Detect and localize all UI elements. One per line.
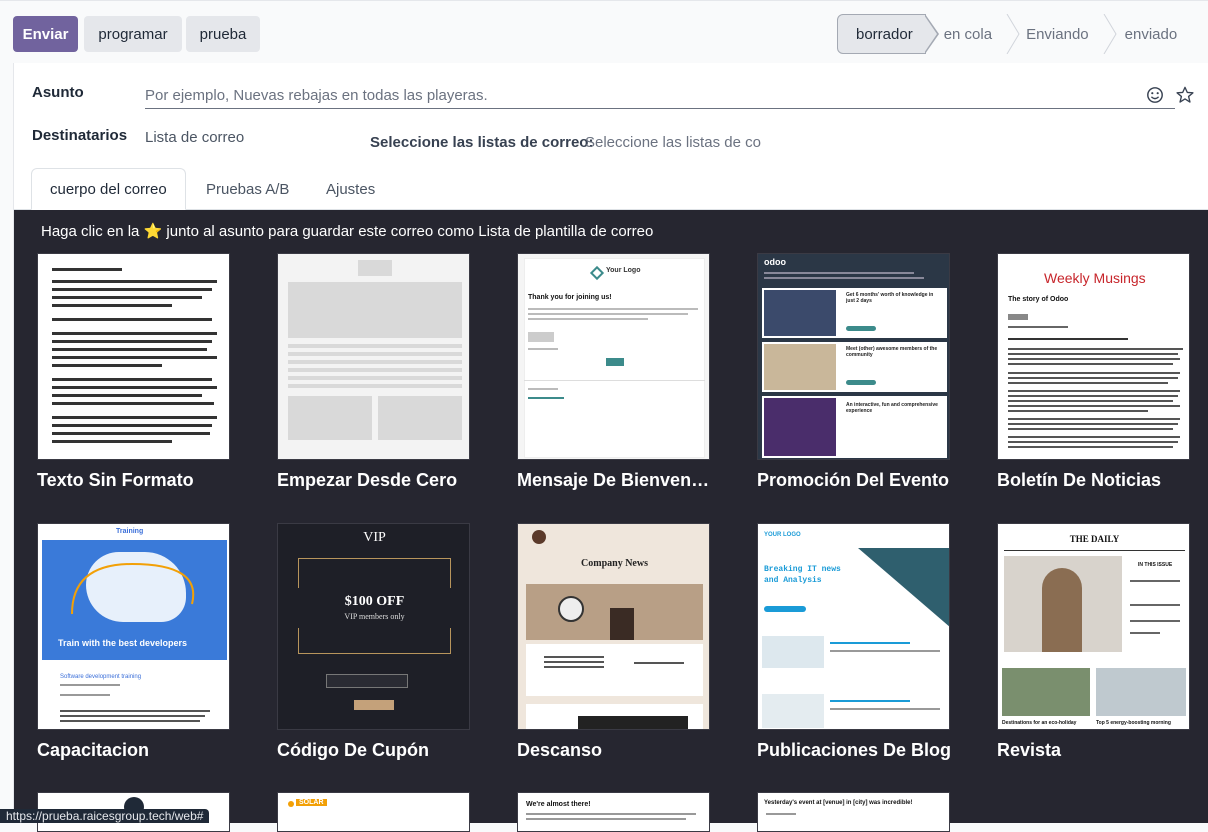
tab-settings[interactable]: Ajustes xyxy=(308,168,393,210)
template-thumbnail: odoo Get 6 months' worth of knowledge in… xyxy=(757,253,950,460)
template-card-partial[interactable]: We're almost there! xyxy=(517,792,710,832)
template-card-coupon-code[interactable]: VIP $100 OFF VIP members only Código De … xyxy=(277,523,470,760)
template-name: Descanso xyxy=(517,740,603,760)
template-card-break[interactable]: Company News Descanso xyxy=(517,523,710,760)
template-card-event-promo[interactable]: odoo Get 6 months' worth of knowledge in… xyxy=(757,253,950,490)
template-name: Publicaciones De Blog xyxy=(757,740,952,760)
star-icon[interactable] xyxy=(1176,86,1194,104)
mailing-lists-label: Seleccione las listas de correo: xyxy=(370,134,594,151)
subject-underline xyxy=(145,108,1175,109)
template-card-partial[interactable]: Yesterday's event at [venue] in [city] w… xyxy=(757,792,950,832)
template-thumbnail: THE DAILY IN THIS ISSUE Destinations for… xyxy=(997,523,1190,730)
mailing-lists-input[interactable]: Seleccione las listas de co xyxy=(585,134,761,151)
template-name: Capacitacion xyxy=(37,740,150,760)
control-panel: Enviar programar prueba borrador en cola… xyxy=(0,0,1208,63)
template-thumbnail: VIP $100 OFF VIP members only xyxy=(277,523,470,730)
notebook-tabs: cuerpo del correo Pruebas A/B Ajustes xyxy=(14,168,1208,210)
template-thumbnail: Yesterday's event at [venue] in [city] w… xyxy=(757,792,950,832)
template-thumbnail: Your Logo Thank you for joining us! xyxy=(517,253,710,460)
template-thumbnail: SOLAR xyxy=(277,792,470,832)
template-thumbnail: YOUR LOGO Breaking IT news and Analysis xyxy=(757,523,950,730)
send-button[interactable]: Enviar xyxy=(13,16,78,52)
recipients-label: Destinatarios xyxy=(32,127,128,144)
status-queued[interactable]: en cola xyxy=(940,14,1006,54)
test-button[interactable]: prueba xyxy=(186,16,260,52)
status-url: https://prueba.raicesgroup.tech/web# xyxy=(0,809,210,823)
subject-label: Asunto xyxy=(32,84,84,101)
template-thumbnail xyxy=(37,253,230,460)
schedule-button[interactable]: programar xyxy=(84,16,182,52)
template-card-plain-text[interactable]: Texto Sin Formato xyxy=(37,253,230,490)
template-name: Mensaje De Bienvenida xyxy=(517,470,710,490)
status-draft[interactable]: borrador xyxy=(837,14,939,54)
tab-ab-tests[interactable]: Pruebas A/B xyxy=(188,168,307,210)
template-hint: Haga clic en la ⭐ junto al asunto para g… xyxy=(41,223,654,240)
template-card-start-from-scratch[interactable]: Empezar Desde Cero xyxy=(277,253,470,490)
template-name: Empezar Desde Cero xyxy=(277,470,458,490)
template-thumbnail: Company News xyxy=(517,523,710,730)
template-thumbnail: We're almost there! xyxy=(517,792,710,832)
status-sent[interactable]: enviado xyxy=(1117,14,1178,54)
template-card-newsletter[interactable]: Weekly Musings The story of Odoo Boletín… xyxy=(997,253,1190,490)
template-card-blog-posts[interactable]: YOUR LOGO Breaking IT news and Analysis … xyxy=(757,523,951,760)
emoji-icon[interactable] xyxy=(1146,86,1164,104)
subject-input[interactable]: Por ejemplo, Nuevas rebajas en todas las… xyxy=(145,87,488,104)
template-thumbnail: Training Train with the best developers … xyxy=(37,523,230,730)
chevron-right-icon xyxy=(1006,14,1020,54)
template-name: Boletín De Noticias xyxy=(997,470,1162,490)
status-bar: borrador en cola Enviando enviado xyxy=(837,14,1177,54)
template-name: Promoción Del Evento xyxy=(757,470,950,490)
recipients-select[interactable]: Lista de correo xyxy=(145,129,244,146)
template-name: Texto Sin Formato xyxy=(37,470,194,490)
status-sending[interactable]: Enviando xyxy=(1020,14,1103,54)
template-name: Revista xyxy=(997,740,1062,760)
template-name: Código De Cupón xyxy=(277,740,429,760)
tab-mail-body[interactable]: cuerpo del correo xyxy=(31,168,186,210)
chevron-right-icon xyxy=(1103,14,1117,54)
template-thumbnail: Weekly Musings The story of Odoo xyxy=(997,253,1190,460)
template-card-welcome-message[interactable]: Your Logo Thank you for joining us! Mens… xyxy=(517,253,710,490)
template-thumbnail xyxy=(277,253,470,460)
template-card-partial[interactable]: SOLAR xyxy=(277,792,470,832)
template-card-training[interactable]: Training Train with the best developers … xyxy=(37,523,230,760)
template-card-magazine[interactable]: THE DAILY IN THIS ISSUE Destinations for… xyxy=(997,523,1190,760)
